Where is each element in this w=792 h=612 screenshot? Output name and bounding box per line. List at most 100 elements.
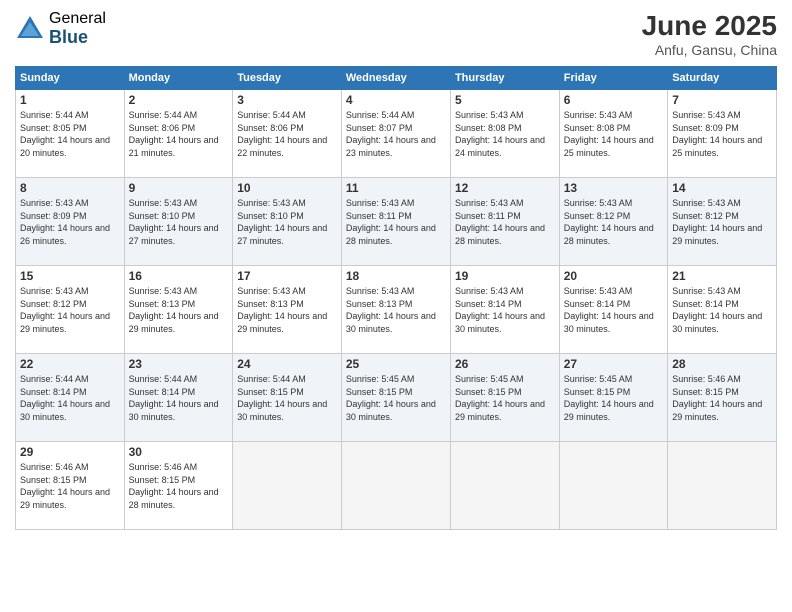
day-number: 28	[672, 357, 772, 371]
table-row: 26 Sunrise: 5:45 AMSunset: 8:15 PMDaylig…	[450, 354, 559, 442]
day-info: Sunrise: 5:46 AMSunset: 8:15 PMDaylight:…	[672, 374, 762, 422]
logo-text: General Blue	[49, 10, 106, 47]
logo: General Blue	[15, 10, 106, 47]
day-info: Sunrise: 5:43 AMSunset: 8:13 PMDaylight:…	[129, 286, 219, 334]
day-number: 29	[20, 445, 120, 459]
day-info: Sunrise: 5:43 AMSunset: 8:10 PMDaylight:…	[129, 198, 219, 246]
location: Anfu, Gansu, China	[642, 42, 777, 58]
day-number: 10	[237, 181, 337, 195]
day-info: Sunrise: 5:43 AMSunset: 8:09 PMDaylight:…	[20, 198, 110, 246]
header: General Blue June 2025 Anfu, Gansu, Chin…	[15, 10, 777, 58]
table-row: 27 Sunrise: 5:45 AMSunset: 8:15 PMDaylig…	[559, 354, 667, 442]
table-row: 11 Sunrise: 5:43 AMSunset: 8:11 PMDaylig…	[341, 178, 450, 266]
table-row: 17 Sunrise: 5:43 AMSunset: 8:13 PMDaylig…	[233, 266, 342, 354]
day-info: Sunrise: 5:44 AMSunset: 8:15 PMDaylight:…	[237, 374, 327, 422]
day-number: 7	[672, 93, 772, 107]
table-row: 28 Sunrise: 5:46 AMSunset: 8:15 PMDaylig…	[668, 354, 777, 442]
table-row: 15 Sunrise: 5:43 AMSunset: 8:12 PMDaylig…	[16, 266, 125, 354]
table-row: 18 Sunrise: 5:43 AMSunset: 8:13 PMDaylig…	[341, 266, 450, 354]
day-info: Sunrise: 5:44 AMSunset: 8:06 PMDaylight:…	[237, 110, 327, 158]
day-info: Sunrise: 5:44 AMSunset: 8:07 PMDaylight:…	[346, 110, 436, 158]
table-row: 4 Sunrise: 5:44 AMSunset: 8:07 PMDayligh…	[341, 90, 450, 178]
col-monday: Monday	[124, 67, 233, 90]
table-row: 23 Sunrise: 5:44 AMSunset: 8:14 PMDaylig…	[124, 354, 233, 442]
table-row	[341, 442, 450, 530]
day-number: 13	[564, 181, 663, 195]
day-info: Sunrise: 5:43 AMSunset: 8:13 PMDaylight:…	[346, 286, 436, 334]
day-number: 9	[129, 181, 229, 195]
col-friday: Friday	[559, 67, 667, 90]
calendar-week-row: 8 Sunrise: 5:43 AMSunset: 8:09 PMDayligh…	[16, 178, 777, 266]
col-sunday: Sunday	[16, 67, 125, 90]
table-row: 13 Sunrise: 5:43 AMSunset: 8:12 PMDaylig…	[559, 178, 667, 266]
table-row: 25 Sunrise: 5:45 AMSunset: 8:15 PMDaylig…	[341, 354, 450, 442]
calendar-week-row: 22 Sunrise: 5:44 AMSunset: 8:14 PMDaylig…	[16, 354, 777, 442]
table-row: 10 Sunrise: 5:43 AMSunset: 8:10 PMDaylig…	[233, 178, 342, 266]
logo-general: General	[49, 10, 106, 28]
day-info: Sunrise: 5:43 AMSunset: 8:14 PMDaylight:…	[564, 286, 654, 334]
table-row: 30 Sunrise: 5:46 AMSunset: 8:15 PMDaylig…	[124, 442, 233, 530]
day-info: Sunrise: 5:43 AMSunset: 8:14 PMDaylight:…	[455, 286, 545, 334]
calendar-week-row: 15 Sunrise: 5:43 AMSunset: 8:12 PMDaylig…	[16, 266, 777, 354]
day-number: 1	[20, 93, 120, 107]
table-row: 2 Sunrise: 5:44 AMSunset: 8:06 PMDayligh…	[124, 90, 233, 178]
day-number: 16	[129, 269, 229, 283]
day-number: 8	[20, 181, 120, 195]
day-info: Sunrise: 5:45 AMSunset: 8:15 PMDaylight:…	[564, 374, 654, 422]
table-row: 16 Sunrise: 5:43 AMSunset: 8:13 PMDaylig…	[124, 266, 233, 354]
day-number: 5	[455, 93, 555, 107]
day-number: 12	[455, 181, 555, 195]
calendar-week-row: 1 Sunrise: 5:44 AMSunset: 8:05 PMDayligh…	[16, 90, 777, 178]
table-row	[233, 442, 342, 530]
page: General Blue June 2025 Anfu, Gansu, Chin…	[0, 0, 792, 612]
table-row	[668, 442, 777, 530]
col-thursday: Thursday	[450, 67, 559, 90]
table-row: 5 Sunrise: 5:43 AMSunset: 8:08 PMDayligh…	[450, 90, 559, 178]
day-info: Sunrise: 5:46 AMSunset: 8:15 PMDaylight:…	[129, 462, 219, 510]
table-row	[450, 442, 559, 530]
day-number: 22	[20, 357, 120, 371]
day-info: Sunrise: 5:43 AMSunset: 8:14 PMDaylight:…	[672, 286, 762, 334]
day-number: 19	[455, 269, 555, 283]
day-info: Sunrise: 5:46 AMSunset: 8:15 PMDaylight:…	[20, 462, 110, 510]
title-area: June 2025 Anfu, Gansu, China	[642, 10, 777, 58]
day-info: Sunrise: 5:44 AMSunset: 8:06 PMDaylight:…	[129, 110, 219, 158]
table-row: 6 Sunrise: 5:43 AMSunset: 8:08 PMDayligh…	[559, 90, 667, 178]
table-row: 19 Sunrise: 5:43 AMSunset: 8:14 PMDaylig…	[450, 266, 559, 354]
day-number: 15	[20, 269, 120, 283]
day-number: 27	[564, 357, 663, 371]
table-row: 24 Sunrise: 5:44 AMSunset: 8:15 PMDaylig…	[233, 354, 342, 442]
calendar: Sunday Monday Tuesday Wednesday Thursday…	[15, 66, 777, 530]
day-number: 23	[129, 357, 229, 371]
day-info: Sunrise: 5:44 AMSunset: 8:14 PMDaylight:…	[129, 374, 219, 422]
month-title: June 2025	[642, 10, 777, 42]
day-info: Sunrise: 5:43 AMSunset: 8:12 PMDaylight:…	[564, 198, 654, 246]
table-row: 7 Sunrise: 5:43 AMSunset: 8:09 PMDayligh…	[668, 90, 777, 178]
day-number: 4	[346, 93, 446, 107]
col-saturday: Saturday	[668, 67, 777, 90]
day-info: Sunrise: 5:43 AMSunset: 8:11 PMDaylight:…	[346, 198, 436, 246]
calendar-header-row: Sunday Monday Tuesday Wednesday Thursday…	[16, 67, 777, 90]
table-row: 1 Sunrise: 5:44 AMSunset: 8:05 PMDayligh…	[16, 90, 125, 178]
day-info: Sunrise: 5:45 AMSunset: 8:15 PMDaylight:…	[455, 374, 545, 422]
table-row: 14 Sunrise: 5:43 AMSunset: 8:12 PMDaylig…	[668, 178, 777, 266]
day-number: 25	[346, 357, 446, 371]
day-number: 18	[346, 269, 446, 283]
day-info: Sunrise: 5:43 AMSunset: 8:08 PMDaylight:…	[564, 110, 654, 158]
day-info: Sunrise: 5:43 AMSunset: 8:12 PMDaylight:…	[672, 198, 762, 246]
day-info: Sunrise: 5:43 AMSunset: 8:08 PMDaylight:…	[455, 110, 545, 158]
table-row: 29 Sunrise: 5:46 AMSunset: 8:15 PMDaylig…	[16, 442, 125, 530]
day-info: Sunrise: 5:43 AMSunset: 8:11 PMDaylight:…	[455, 198, 545, 246]
day-info: Sunrise: 5:43 AMSunset: 8:12 PMDaylight:…	[20, 286, 110, 334]
table-row: 8 Sunrise: 5:43 AMSunset: 8:09 PMDayligh…	[16, 178, 125, 266]
day-number: 20	[564, 269, 663, 283]
day-number: 6	[564, 93, 663, 107]
table-row: 21 Sunrise: 5:43 AMSunset: 8:14 PMDaylig…	[668, 266, 777, 354]
table-row: 3 Sunrise: 5:44 AMSunset: 8:06 PMDayligh…	[233, 90, 342, 178]
day-info: Sunrise: 5:44 AMSunset: 8:05 PMDaylight:…	[20, 110, 110, 158]
day-info: Sunrise: 5:45 AMSunset: 8:15 PMDaylight:…	[346, 374, 436, 422]
calendar-week-row: 29 Sunrise: 5:46 AMSunset: 8:15 PMDaylig…	[16, 442, 777, 530]
day-number: 30	[129, 445, 229, 459]
logo-blue: Blue	[49, 28, 106, 48]
day-number: 14	[672, 181, 772, 195]
